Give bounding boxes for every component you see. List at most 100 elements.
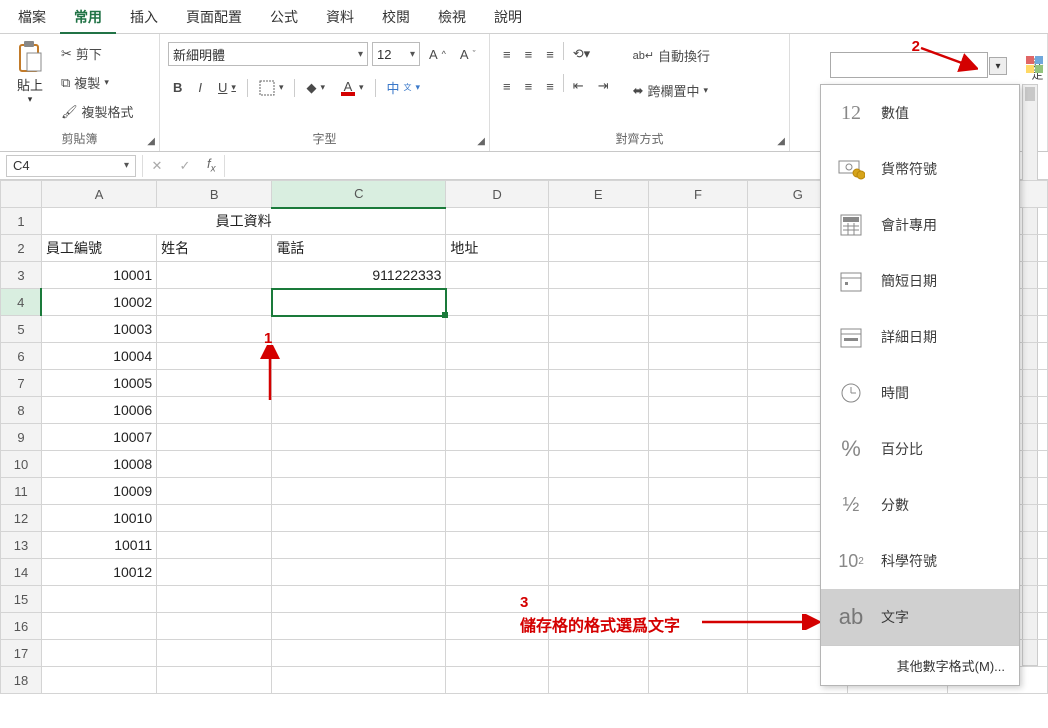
tab-formulas[interactable]: 公式 xyxy=(256,0,312,35)
row-header[interactable]: 1 xyxy=(1,208,42,235)
row-header[interactable]: 4 xyxy=(1,289,42,316)
cell[interactable] xyxy=(648,343,748,370)
cell[interactable]: 10010 xyxy=(41,505,156,532)
cell[interactable] xyxy=(157,424,272,451)
font-size-combo[interactable]: 12 ▾ xyxy=(372,42,420,66)
borders-button[interactable]: ▾ xyxy=(254,76,289,100)
cell[interactable] xyxy=(648,667,748,694)
cell[interactable] xyxy=(648,613,748,640)
fmt-item-long-date[interactable]: 詳細日期 xyxy=(821,309,1019,365)
fmt-item-text[interactable]: ab 文字 xyxy=(821,589,1019,645)
align-top-button[interactable]: ≡ xyxy=(498,42,516,66)
cell[interactable]: 10012 xyxy=(41,559,156,586)
cell[interactable] xyxy=(272,316,446,343)
cell[interactable]: 911222333 xyxy=(272,262,446,289)
select-all-corner[interactable] xyxy=(1,181,42,208)
cell[interactable] xyxy=(157,397,272,424)
cell[interactable] xyxy=(446,613,548,640)
tab-home[interactable]: 常用 xyxy=(60,0,116,35)
cell[interactable] xyxy=(548,397,648,424)
align-right-button[interactable]: ≡ xyxy=(541,74,559,98)
cell[interactable]: 10003 xyxy=(41,316,156,343)
cell[interactable] xyxy=(648,586,748,613)
merge-center-button[interactable]: ⬌ 跨欄置中 ▾ xyxy=(628,77,715,104)
cell[interactable]: 10008 xyxy=(41,451,156,478)
tab-view[interactable]: 檢視 xyxy=(424,0,480,35)
number-format-dropdown-button[interactable]: ▾ xyxy=(989,57,1007,75)
cell-selected-C4[interactable] xyxy=(272,289,446,316)
tab-data[interactable]: 資料 xyxy=(312,0,368,35)
cell[interactable] xyxy=(272,397,446,424)
align-bottom-button[interactable]: ≡ xyxy=(541,42,559,66)
cell[interactable]: 姓名 xyxy=(157,235,272,262)
cell[interactable] xyxy=(446,586,548,613)
cell[interactable] xyxy=(41,613,156,640)
cell[interactable] xyxy=(272,559,446,586)
cell[interactable] xyxy=(157,262,272,289)
row-header[interactable]: 17 xyxy=(1,640,42,667)
cell[interactable]: 員工資料 xyxy=(41,208,445,235)
name-box[interactable]: C4 ▾ xyxy=(6,155,136,177)
cell[interactable] xyxy=(446,478,548,505)
align-left-button[interactable]: ≡ xyxy=(498,74,516,98)
fmt-item-short-date[interactable]: 簡短日期 xyxy=(821,253,1019,309)
cell[interactable] xyxy=(548,505,648,532)
fmt-item-scientific[interactable]: 102 科學符號 xyxy=(821,533,1019,589)
cell[interactable]: 10002 xyxy=(41,289,156,316)
cell[interactable] xyxy=(548,532,648,559)
tab-help[interactable]: 說明 xyxy=(480,0,536,35)
cell[interactable] xyxy=(272,343,446,370)
row-header[interactable]: 16 xyxy=(1,613,42,640)
enter-formula-button[interactable]: ✓ xyxy=(171,158,199,174)
paste-button[interactable]: 貼上 ▾ xyxy=(8,38,52,108)
cell[interactable] xyxy=(272,640,446,667)
cell[interactable] xyxy=(548,370,648,397)
row-header[interactable]: 18 xyxy=(1,667,42,694)
cell[interactable] xyxy=(446,667,548,694)
row-header[interactable]: 13 xyxy=(1,532,42,559)
cell[interactable]: 10006 xyxy=(41,397,156,424)
cell[interactable] xyxy=(548,478,648,505)
cell[interactable] xyxy=(157,640,272,667)
cell[interactable] xyxy=(648,559,748,586)
cell[interactable]: 10007 xyxy=(41,424,156,451)
cell[interactable] xyxy=(548,262,648,289)
row-header[interactable]: 5 xyxy=(1,316,42,343)
cell[interactable] xyxy=(648,478,748,505)
cell[interactable]: 10005 xyxy=(41,370,156,397)
number-format-combo[interactable]: ▾ xyxy=(830,52,988,78)
cell[interactable] xyxy=(446,397,548,424)
row-header[interactable]: 14 xyxy=(1,559,42,586)
cell[interactable]: 電話 xyxy=(272,235,446,262)
fmt-item-percent[interactable]: % 百分比 xyxy=(821,421,1019,477)
font-dialog-launcher[interactable]: ◢ xyxy=(477,136,485,147)
col-header-C[interactable]: C xyxy=(272,181,446,208)
cell[interactable] xyxy=(648,289,748,316)
tab-insert[interactable]: 插入 xyxy=(116,0,172,35)
cell[interactable] xyxy=(648,640,748,667)
row-header[interactable]: 7 xyxy=(1,370,42,397)
cell[interactable] xyxy=(157,370,272,397)
row-header[interactable]: 2 xyxy=(1,235,42,262)
fmt-item-number[interactable]: 12 數值 xyxy=(821,85,1019,141)
cell[interactable] xyxy=(446,559,548,586)
cell[interactable] xyxy=(648,505,748,532)
fill-color-button[interactable]: ◆▾ xyxy=(301,76,330,100)
cell[interactable] xyxy=(272,370,446,397)
cell[interactable] xyxy=(548,208,648,235)
cell[interactable] xyxy=(272,613,446,640)
cell[interactable] xyxy=(548,640,648,667)
decrease-font-button[interactable]: Aˇ xyxy=(455,42,481,66)
cell[interactable] xyxy=(446,451,548,478)
cell[interactable] xyxy=(446,316,548,343)
increase-indent-button[interactable]: ⇥ xyxy=(593,74,614,98)
cell[interactable] xyxy=(157,505,272,532)
cell[interactable] xyxy=(648,451,748,478)
cell[interactable] xyxy=(41,586,156,613)
cell[interactable] xyxy=(157,559,272,586)
cell[interactable] xyxy=(157,343,272,370)
cell[interactable] xyxy=(157,613,272,640)
increase-font-button[interactable]: A^ xyxy=(424,42,451,66)
row-header[interactable]: 9 xyxy=(1,424,42,451)
cell[interactable]: 地址 xyxy=(446,235,548,262)
